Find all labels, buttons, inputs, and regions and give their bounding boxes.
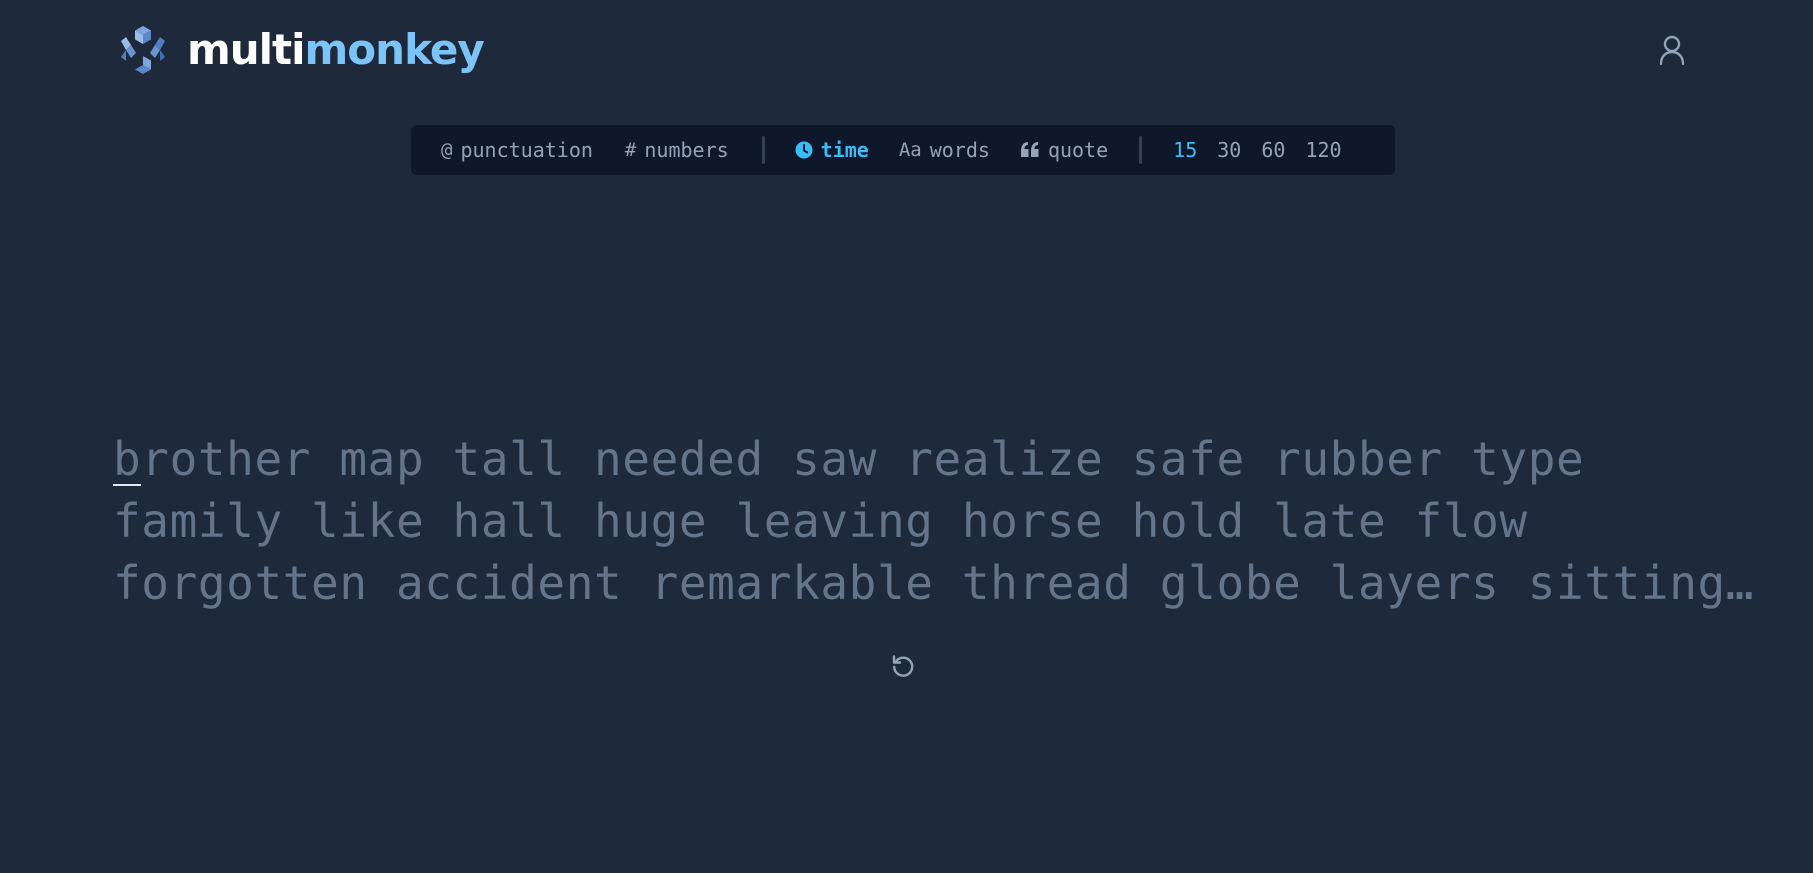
current-letter-caret: b <box>113 428 142 490</box>
brand-logo-link[interactable]: multimonkey <box>119 24 485 76</box>
hash-icon: # <box>624 139 637 161</box>
mode-quote[interactable]: quote <box>1020 138 1108 162</box>
text-size-icon: Aa <box>898 139 922 161</box>
duration-120[interactable]: 120 <box>1305 138 1341 162</box>
clock-icon <box>795 141 813 159</box>
mode-time[interactable]: time <box>795 138 869 162</box>
at-icon: @ <box>441 139 453 161</box>
brand-wordmark: multimonkey <box>187 29 485 71</box>
numbers-toggle[interactable]: # numbers <box>625 138 729 162</box>
user-icon <box>1659 35 1685 65</box>
hexagon-cube-logo-icon <box>121 26 165 74</box>
mode-quote-label: quote <box>1047 138 1109 162</box>
words-area[interactable]: brother map tall needed saw realize safe… <box>113 428 1755 614</box>
restart-icon <box>892 655 914 677</box>
config-divider <box>1139 136 1143 164</box>
quote-icon <box>1020 141 1040 159</box>
words-line-1-rest: rother map tall needed saw realize safe … <box>141 432 1585 486</box>
restart-button[interactable] <box>888 651 918 681</box>
words-line: brother map tall needed saw realize safe… <box>113 428 1713 490</box>
punctuation-toggle[interactable]: @ punctuation <box>441 138 593 162</box>
config-divider <box>761 136 765 164</box>
mode-words-label: words <box>929 138 990 162</box>
brand-name-part1: multi <box>187 25 306 74</box>
header: multimonkey <box>119 20 1694 80</box>
account-button[interactable] <box>1652 30 1692 70</box>
words-line: family like hall huge leaving horse hold… <box>113 494 1528 548</box>
words-line: forgotten accident remarkable thread glo… <box>113 556 1755 610</box>
duration-60[interactable]: 60 <box>1261 138 1285 162</box>
duration-15[interactable]: 15 <box>1173 138 1197 162</box>
punctuation-label: punctuation <box>460 138 593 162</box>
test-config-bar: @ punctuation # numbers time Aa words qu… <box>411 125 1395 175</box>
mode-words[interactable]: Aa words <box>899 138 990 162</box>
mode-time-label: time <box>820 138 869 162</box>
duration-30[interactable]: 30 <box>1217 138 1241 162</box>
brand-name-part2: monkey <box>304 25 485 74</box>
numbers-label: numbers <box>644 138 729 162</box>
typing-page: multimonkey @ punctuation # numbers time… <box>0 0 1813 873</box>
